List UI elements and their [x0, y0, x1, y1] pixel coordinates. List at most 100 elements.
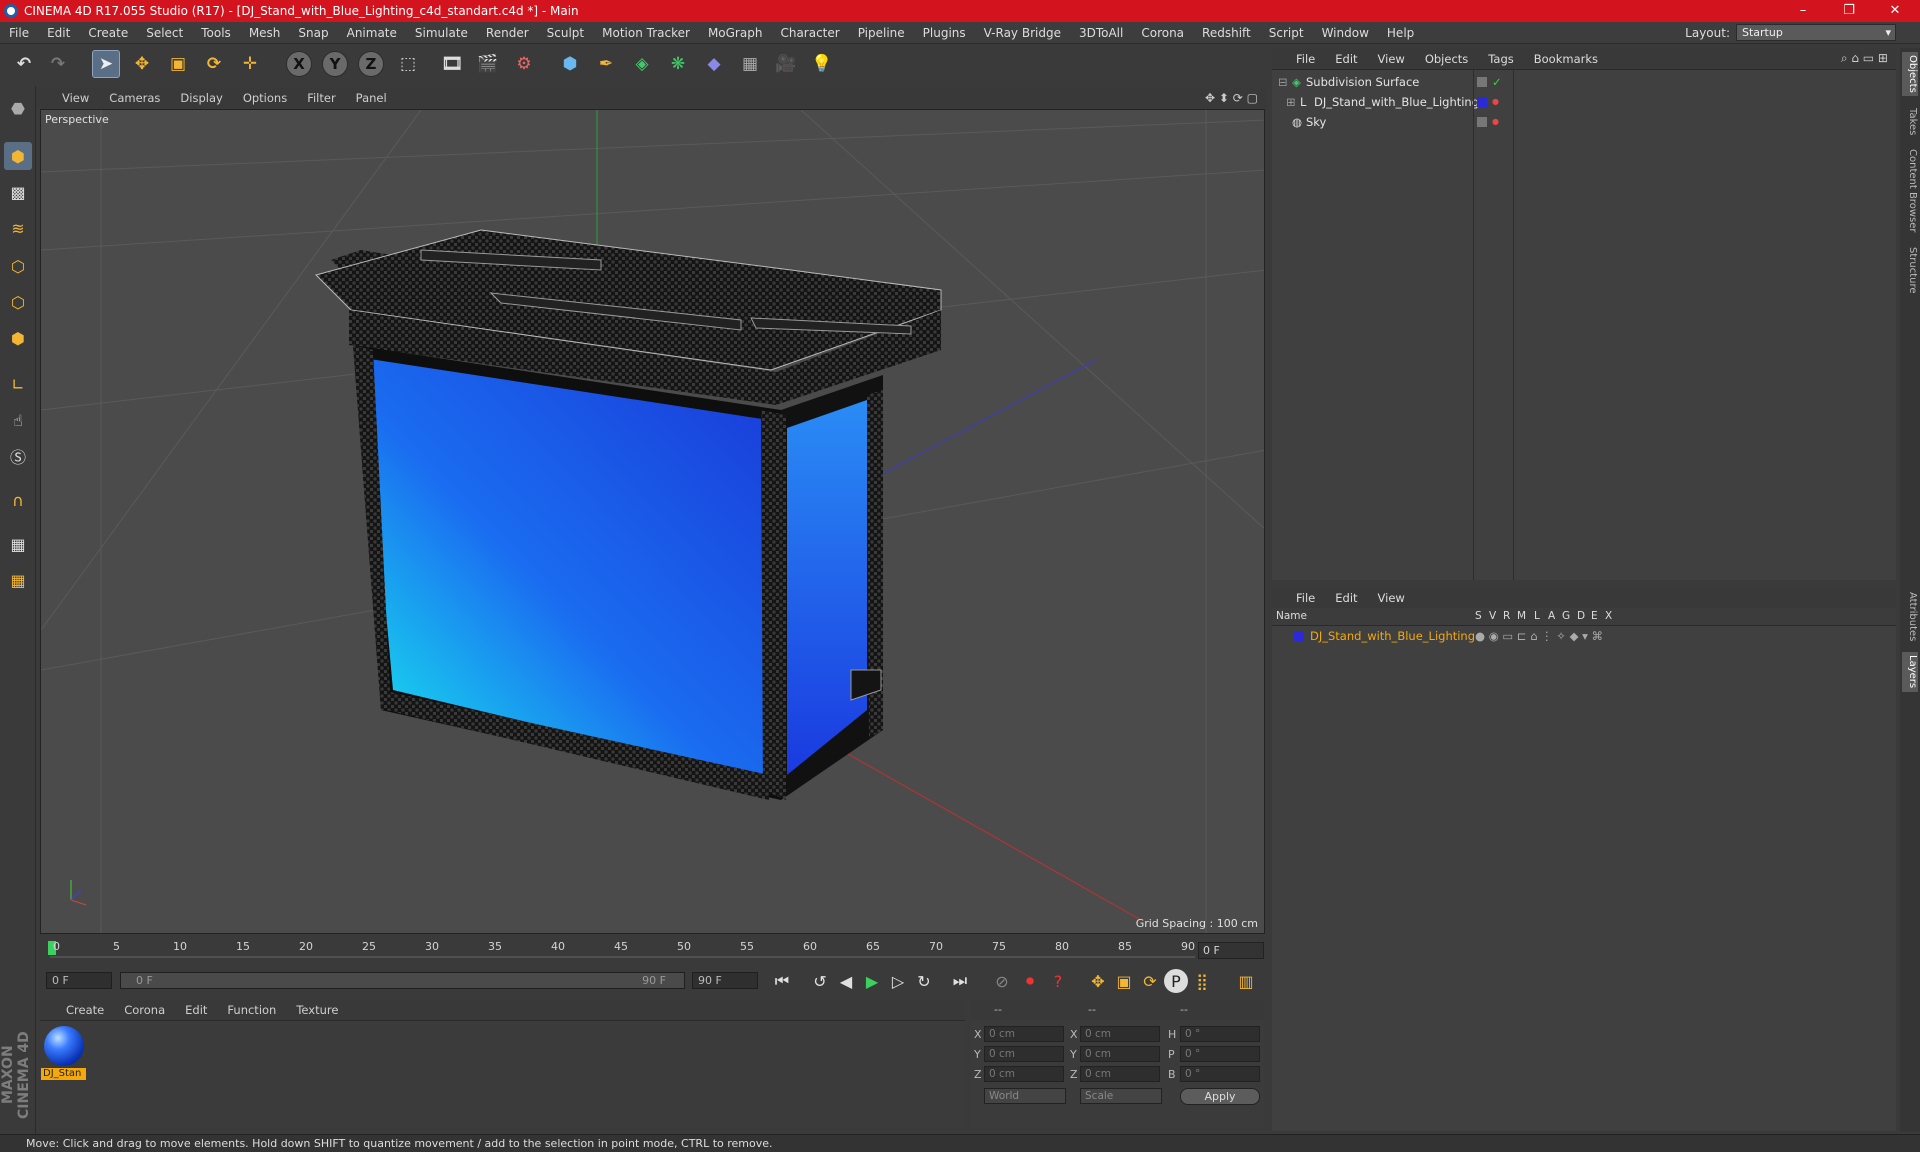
enabled-check-icon[interactable]: ✓ — [1492, 72, 1502, 92]
z-axis-lock-icon[interactable]: Z — [358, 51, 384, 77]
autokey-icon[interactable]: ⏺ — [1018, 969, 1042, 993]
scale-mode-select[interactable]: Scale — [1080, 1088, 1162, 1104]
expand-icon[interactable]: ⊞ — [1286, 92, 1296, 112]
visibility-dots-icon[interactable]: ● — [1492, 112, 1499, 132]
layer-menu-view[interactable]: View — [1368, 591, 1415, 605]
minimize-button[interactable]: – — [1780, 0, 1826, 22]
layer-menu-edit[interactable]: Edit — [1325, 591, 1367, 605]
tab-objects[interactable]: Objects — [1902, 52, 1918, 96]
menu-snap[interactable]: Snap — [289, 26, 337, 40]
undo-icon[interactable]: ↶ — [10, 50, 38, 78]
position-z-field[interactable]: 0 cm — [984, 1066, 1064, 1082]
play-icon[interactable]: ▶ — [860, 969, 884, 993]
x-axis-lock-icon[interactable]: X — [286, 51, 312, 77]
menu-pipeline[interactable]: Pipeline — [849, 26, 914, 40]
subdivision-surface-icon[interactable]: ◈ — [628, 50, 656, 78]
menu-animate[interactable]: Animate — [338, 26, 406, 40]
key-position-icon[interactable]: ✥ — [1086, 969, 1110, 993]
menu-mesh[interactable]: Mesh — [240, 26, 290, 40]
menu-vray-bridge[interactable]: V-Ray Bridge — [975, 26, 1070, 40]
tweak-mode-icon[interactable]: ☝ — [4, 406, 32, 434]
rotation-p-field[interactable]: 0 ° — [1180, 1046, 1260, 1062]
layer-menu-file[interactable]: File — [1286, 591, 1325, 605]
previous-key-icon[interactable]: ↺ — [808, 969, 832, 993]
layer-toggle-icons[interactable]: ● ◉ ▭ ⊏ ⌂ ⋮ ✧ ◆ ▾ ⌘ — [1475, 626, 1603, 646]
render-settings-icon[interactable]: ⚙ — [510, 50, 538, 78]
next-frame-icon[interactable]: ▷ — [886, 969, 910, 993]
layer-column-manager[interactable]: M — [1517, 610, 1526, 622]
material-menu-create[interactable]: Create — [56, 1003, 114, 1017]
workplane-lock-icon[interactable]: ▦ — [4, 530, 32, 558]
camera-icon[interactable]: 🎥 — [772, 50, 800, 78]
visibility-dots-icon[interactable]: ● — [1492, 92, 1499, 112]
size-x-field[interactable]: 0 cm — [1080, 1026, 1160, 1042]
mograph-cloner-icon[interactable]: ❋ — [664, 50, 692, 78]
solo-mode-icon[interactable]: Ⓢ — [4, 442, 32, 470]
end-frame-field[interactable]: 90 F — [692, 972, 758, 989]
scale-tool-icon[interactable]: ▣ — [164, 50, 192, 78]
menu-file[interactable]: File — [0, 26, 38, 40]
snap-magnet-icon[interactable]: ∩ — [4, 486, 32, 514]
light-icon[interactable]: 💡 — [808, 50, 836, 78]
key-scale-icon[interactable]: ▣ — [1112, 969, 1136, 993]
object-manager-tools-icon[interactable]: ⌕ ⌂ ▭ ⊞ — [1841, 51, 1888, 66]
material-menu-function[interactable]: Function — [217, 1003, 286, 1017]
menu-character[interactable]: Character — [771, 26, 848, 40]
menu-script[interactable]: Script — [1260, 26, 1313, 40]
menu-plugins[interactable]: Plugins — [914, 26, 975, 40]
tab-takes[interactable]: Takes — [1902, 104, 1918, 140]
visibility-icon[interactable] — [1477, 117, 1487, 127]
menu-help[interactable]: Help — [1378, 26, 1423, 40]
deformer-icon[interactable]: ◆ — [700, 50, 728, 78]
menu-sculpt[interactable]: Sculpt — [538, 26, 593, 40]
viewport-menu-filter[interactable]: Filter — [297, 91, 345, 105]
workplane-icon[interactable]: ≋ — [4, 214, 32, 242]
viewport-menu-panel[interactable]: Panel — [346, 91, 397, 105]
coordinate-system-icon[interactable]: ⬚ — [394, 50, 422, 78]
object-row-subdivision-surface[interactable]: ⊟ ◈ Subdivision Surface ✓ — [1272, 72, 1896, 92]
material-menu-corona[interactable]: Corona — [114, 1003, 175, 1017]
viewport-menu-display[interactable]: Display — [170, 91, 232, 105]
material-preview-icon[interactable] — [44, 1026, 84, 1066]
edges-mode-icon[interactable]: ⬡ — [4, 288, 32, 316]
rotation-h-field[interactable]: 0 ° — [1180, 1026, 1260, 1042]
layer-column-deformers[interactable]: D — [1577, 610, 1585, 622]
menu-3dtoall[interactable]: 3DToAll — [1070, 26, 1132, 40]
transform-tool-icon[interactable]: ✛ — [236, 50, 264, 78]
tab-attributes[interactable]: Attributes — [1902, 588, 1918, 646]
make-editable-icon[interactable]: ⬣ — [4, 94, 32, 122]
object-menu-edit[interactable]: Edit — [1325, 52, 1367, 66]
layer-column-expressions[interactable]: E — [1591, 610, 1598, 622]
object-menu-tags[interactable]: Tags — [1478, 52, 1523, 66]
object-menu-view[interactable]: View — [1368, 52, 1415, 66]
points-mode-icon[interactable]: ⬡ — [4, 252, 32, 280]
texture-mode-icon[interactable]: ▩ — [4, 178, 32, 206]
layer-column-generators[interactable]: G — [1562, 610, 1570, 622]
viewport-menu-view[interactable]: View — [52, 91, 99, 105]
menu-simulate[interactable]: Simulate — [406, 26, 477, 40]
restore-button[interactable]: ❐ — [1826, 0, 1872, 22]
record-keys-icon[interactable]: ⊘ — [990, 969, 1014, 993]
viewport-perspective[interactable]: Perspective Grid Spacing : 100 cm — [40, 109, 1265, 934]
menu-mograph[interactable]: MoGraph — [699, 26, 772, 40]
apply-button[interactable]: Apply — [1180, 1088, 1260, 1105]
object-menu-file[interactable]: File — [1286, 52, 1325, 66]
layer-row[interactable]: DJ_Stand_with_Blue_Lighting ● ◉ ▭ ⊏ ⌂ ⋮ … — [1272, 626, 1896, 646]
layer-column-view[interactable]: V — [1489, 610, 1496, 622]
layer-column-locked[interactable]: L — [1534, 610, 1540, 622]
rotation-b-field[interactable]: 0 ° — [1180, 1066, 1260, 1082]
keyframe-selection-icon[interactable]: ? — [1046, 969, 1070, 993]
layer-column-render[interactable]: R — [1503, 610, 1510, 622]
select-tool-icon[interactable]: ➤ — [92, 50, 120, 78]
tab-layers[interactable]: Layers — [1902, 652, 1918, 692]
menu-corona[interactable]: Corona — [1132, 26, 1193, 40]
object-row-dj-stand[interactable]: ⊞ L DJ_Stand_with_Blue_Lighting ● — [1272, 92, 1896, 112]
viewport-nav-icon[interactable]: ✥ ⬍ ⟳ ▢ — [1205, 91, 1258, 105]
start-frame-field[interactable]: 0 F — [46, 972, 112, 989]
menu-render[interactable]: Render — [477, 26, 538, 40]
layer-column-animation[interactable]: A — [1548, 610, 1555, 622]
rotate-tool-icon[interactable]: ⟳ — [200, 50, 228, 78]
render-view-icon[interactable]: 🎞 — [438, 50, 466, 78]
frame-range-slider[interactable]: 0 F 90 F — [120, 972, 685, 989]
move-tool-icon[interactable]: ✥ — [128, 50, 156, 78]
